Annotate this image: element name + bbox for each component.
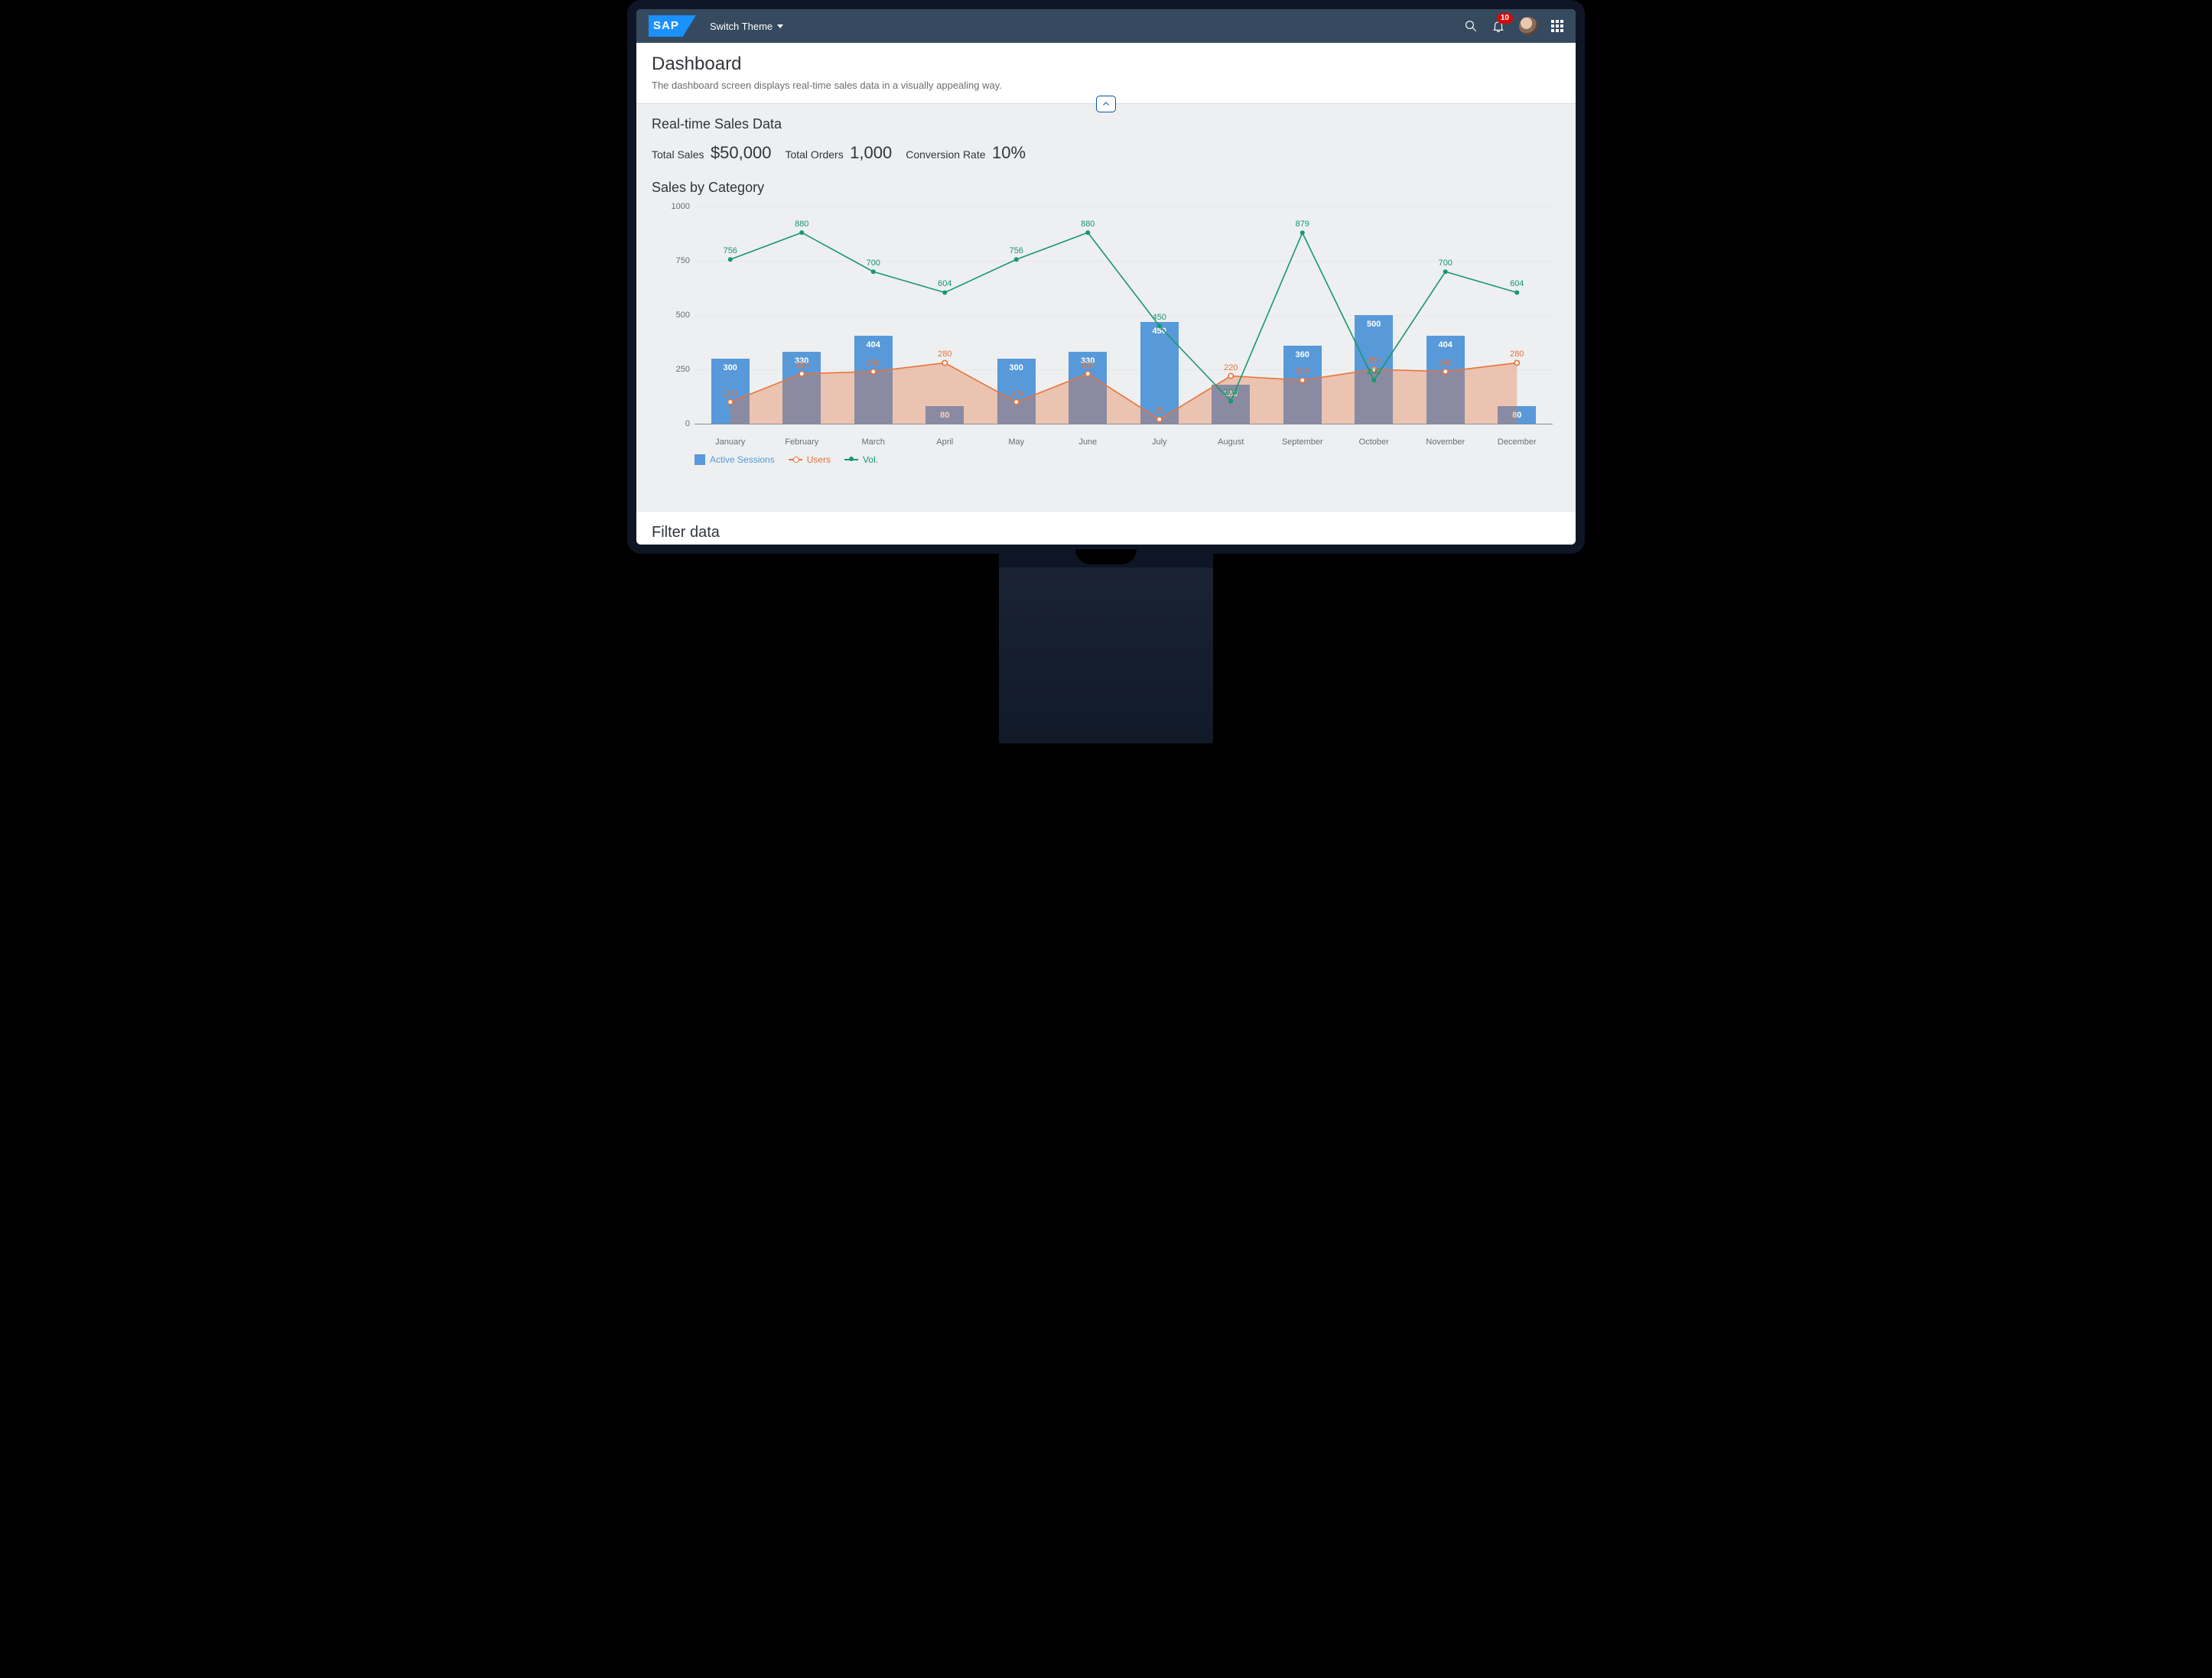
legend-swatch-bar bbox=[695, 454, 705, 465]
legend-swatch-users bbox=[789, 457, 802, 463]
kpi-label: Total Sales bbox=[652, 148, 704, 161]
filter-card: Filter data bbox=[636, 511, 1576, 545]
legend-label: Vol. bbox=[863, 454, 878, 465]
legend-label: Active Sessions bbox=[710, 454, 775, 465]
x-axis-label: March bbox=[838, 437, 909, 447]
vol-point[interactable] bbox=[728, 257, 733, 262]
kpi-row: Total Sales $50,000 Total Orders 1,000 Con… bbox=[652, 143, 1560, 163]
chart-legend: Active Sessions Users Vol. bbox=[652, 447, 1560, 465]
x-axis-label: January bbox=[695, 437, 766, 447]
realtime-title: Real-time Sales Data bbox=[652, 116, 1560, 132]
vol-point[interactable] bbox=[871, 269, 876, 274]
users-point[interactable] bbox=[728, 399, 733, 404]
vol-point[interactable] bbox=[1443, 269, 1448, 274]
y-tick: 1000 bbox=[672, 202, 690, 211]
vol-point[interactable] bbox=[1371, 378, 1376, 382]
chart-title: Sales by Category bbox=[652, 180, 1560, 196]
y-tick: 750 bbox=[676, 256, 690, 265]
notifications-badge: 10 bbox=[1497, 13, 1513, 24]
page-subtitle: The dashboard screen displays real-time … bbox=[652, 80, 1560, 91]
legend-label: Users bbox=[807, 454, 831, 465]
y-tick: 250 bbox=[676, 365, 690, 374]
x-axis-label: August bbox=[1195, 437, 1267, 447]
monitor-mockup: SAP Switch Theme 10 bbox=[627, 0, 1585, 743]
users-point[interactable] bbox=[799, 371, 804, 376]
page-title: Dashboard bbox=[652, 54, 1560, 75]
monitor-stand-base bbox=[999, 567, 1213, 743]
users-point[interactable] bbox=[1014, 399, 1019, 404]
users-point[interactable] bbox=[1443, 369, 1448, 374]
x-axis-label: February bbox=[766, 437, 838, 447]
vol-point[interactable] bbox=[942, 290, 947, 294]
x-axis-label: September bbox=[1267, 437, 1339, 447]
y-tick: 500 bbox=[676, 311, 690, 320]
vol-point[interactable] bbox=[1300, 230, 1305, 235]
sap-logo-text: SAP bbox=[653, 19, 679, 32]
users-point[interactable] bbox=[1228, 373, 1233, 378]
monitor-stand-neck bbox=[999, 549, 1213, 567]
kpi-label: Conversion Rate bbox=[906, 148, 985, 161]
notifications-icon[interactable]: 10 bbox=[1491, 19, 1505, 33]
kpi: Conversion Rate 10% bbox=[906, 143, 1026, 163]
users-point[interactable] bbox=[1514, 360, 1519, 365]
vol-point[interactable] bbox=[1157, 324, 1162, 328]
app-screen: SAP Switch Theme 10 bbox=[636, 9, 1576, 545]
kpi-value: 1,000 bbox=[850, 143, 892, 162]
chevron-down-icon bbox=[777, 24, 783, 28]
shell-bar: SAP Switch Theme 10 bbox=[636, 9, 1576, 43]
x-axis-label: November bbox=[1410, 437, 1482, 447]
users-point[interactable] bbox=[1300, 378, 1305, 382]
chart-section: Sales by Category bbox=[636, 180, 1576, 196]
x-axis-label: April bbox=[909, 437, 981, 447]
x-axis-label: October bbox=[1339, 437, 1410, 447]
kpi-value: $50,000 bbox=[711, 143, 772, 162]
kpi: Total Orders 1,000 bbox=[785, 143, 892, 163]
kpi: Total Sales $50,000 bbox=[652, 143, 771, 163]
users-point[interactable] bbox=[942, 360, 947, 365]
monitor-frame: SAP Switch Theme 10 bbox=[627, 0, 1585, 554]
user-avatar[interactable] bbox=[1519, 17, 1537, 35]
chart-plot-area: 02505007501000 3003304048030033045018036… bbox=[695, 206, 1553, 436]
line-overlay bbox=[695, 206, 1553, 424]
y-tick: 0 bbox=[685, 419, 690, 428]
legend-item-users[interactable]: Users bbox=[789, 454, 831, 465]
users-point[interactable] bbox=[1157, 417, 1162, 421]
realtime-section: Real-time Sales Data Total Sales $50,000… bbox=[636, 104, 1576, 163]
legend-item-active-sessions[interactable]: Active Sessions bbox=[695, 454, 775, 465]
filter-title: Filter data bbox=[652, 524, 1560, 541]
chart-container: 02505007501000 3003304048030033045018036… bbox=[636, 206, 1576, 488]
y-axis: 02505007501000 bbox=[652, 206, 695, 424]
kpi-label: Total Orders bbox=[785, 148, 843, 161]
users-point[interactable] bbox=[871, 369, 876, 374]
chevron-up-icon bbox=[1101, 99, 1111, 109]
x-axis-labels: JanuaryFebruaryMarchAprilMayJuneJulyAugu… bbox=[695, 437, 1553, 447]
vol-point[interactable] bbox=[1514, 290, 1519, 294]
kpi-value: 10% bbox=[992, 143, 1026, 162]
x-axis-label: June bbox=[1052, 437, 1124, 447]
collapse-header-button[interactable] bbox=[1096, 96, 1116, 112]
search-icon[interactable] bbox=[1464, 19, 1478, 33]
switch-theme-label: Switch Theme bbox=[710, 21, 773, 32]
users-point[interactable] bbox=[1085, 371, 1090, 376]
plot: 3003304048030033045018036050040480 10023… bbox=[695, 206, 1553, 424]
monitor-notch bbox=[1075, 549, 1137, 564]
page-header: Dashboard The dashboard screen displays … bbox=[636, 43, 1576, 104]
x-axis-label: July bbox=[1124, 437, 1195, 447]
legend-swatch-vol bbox=[844, 457, 858, 463]
vol-point[interactable] bbox=[1085, 230, 1090, 235]
vol-point[interactable] bbox=[799, 230, 804, 235]
legend-item-vol[interactable]: Vol. bbox=[844, 454, 878, 465]
x-axis-label: May bbox=[981, 437, 1052, 447]
switch-theme-menu[interactable]: Switch Theme bbox=[710, 21, 783, 32]
vol-point[interactable] bbox=[1014, 257, 1019, 262]
vol-point[interactable] bbox=[1228, 398, 1233, 403]
sap-logo[interactable]: SAP bbox=[649, 15, 696, 37]
users-point[interactable] bbox=[1371, 367, 1376, 372]
x-axis-label: December bbox=[1482, 437, 1553, 447]
product-switch-icon[interactable] bbox=[1551, 20, 1563, 32]
